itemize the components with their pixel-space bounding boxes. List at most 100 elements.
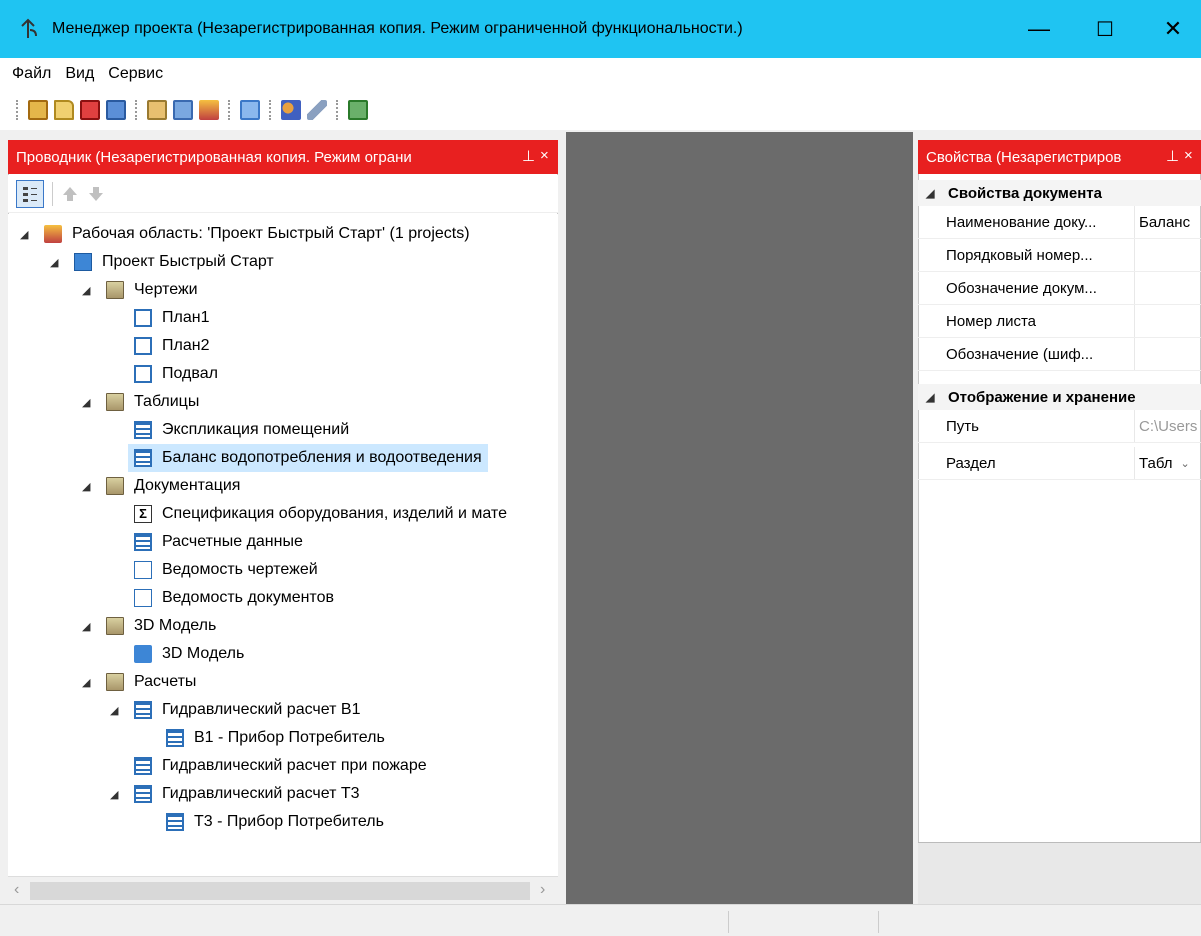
property-value[interactable]: C:\Users xyxy=(1134,410,1201,442)
drawing-icon xyxy=(134,337,152,355)
drawing-icon xyxy=(134,365,152,383)
property-value[interactable] xyxy=(1134,239,1201,271)
table-icon xyxy=(134,785,152,803)
collapse-triangle-icon[interactable]: ◢ xyxy=(926,187,938,200)
tree-item-room-explication[interactable]: Экспликация помещений xyxy=(134,416,349,444)
scroll-left-button[interactable]: ‹ xyxy=(14,881,19,899)
open-icon[interactable] xyxy=(54,100,74,120)
move-down-icon[interactable] xyxy=(87,185,105,203)
properties-title: Свойства (Незарегистриров xyxy=(926,148,1122,166)
expand-triangle-icon[interactable]: ◢ xyxy=(82,620,94,633)
tree-item-workspace[interactable]: ◢ Рабочая область: 'Проект Быстрый Старт… xyxy=(20,220,470,248)
tree-item-plan2[interactable]: План2 xyxy=(134,332,209,360)
settings-wrench-icon[interactable] xyxy=(307,100,327,120)
close-icon[interactable]: × xyxy=(540,147,549,164)
export-icon[interactable] xyxy=(348,100,368,120)
property-value[interactable] xyxy=(1134,272,1201,304)
expand-triangle-icon[interactable]: ◢ xyxy=(110,704,122,717)
category-label: Свойства документа xyxy=(948,184,1102,202)
tree-item-specification[interactable]: Σ Спецификация оборудования, изделий и м… xyxy=(134,500,507,528)
toolbar-grip[interactable] xyxy=(16,100,19,120)
tree-item-balance[interactable]: Баланс водопотребления и водоотведения xyxy=(128,444,488,472)
status-separator xyxy=(728,911,729,933)
tree-item-label: В1 - Прибор Потребитель xyxy=(194,729,385,746)
tree-item-label: Таблицы xyxy=(134,393,200,410)
move-up-icon[interactable] xyxy=(61,185,79,203)
table-icon xyxy=(134,701,152,719)
minimize-button[interactable]: — xyxy=(1011,0,1067,58)
property-name: Путь xyxy=(946,417,979,435)
pin-icon[interactable]: ⊥ xyxy=(522,147,535,165)
property-value[interactable] xyxy=(1134,305,1201,337)
category-display-storage[interactable]: ◢ Отображение и хранение xyxy=(918,384,1201,410)
tree-item-documentation[interactable]: ◢ Документация xyxy=(82,472,240,500)
horizontal-scrollbar[interactable]: ‹ › xyxy=(8,876,558,904)
close-icon[interactable]: × xyxy=(1184,147,1193,164)
tree-item-model-folder[interactable]: ◢ 3D Модель xyxy=(82,612,216,640)
property-row-designation[interactable]: Обозначение докум... xyxy=(918,272,1201,305)
scroll-right-button[interactable]: › xyxy=(540,881,545,899)
tree-view-icon[interactable] xyxy=(16,179,44,208)
close-button[interactable]: ✕ xyxy=(1145,0,1201,58)
table-icon xyxy=(166,729,184,747)
save-icon[interactable] xyxy=(106,100,126,120)
property-value[interactable]: Баланс xyxy=(1134,206,1201,238)
tree-item-document-list[interactable]: Ведомость документов xyxy=(134,584,334,612)
menu-file[interactable]: Файл xyxy=(12,65,51,83)
tree-item-label: План2 xyxy=(162,337,210,354)
layout-icon[interactable] xyxy=(240,100,260,120)
project-icon xyxy=(74,253,92,271)
chevron-down-icon[interactable]: ⌄ xyxy=(1181,457,1190,470)
property-row-sheet[interactable]: Номер листа xyxy=(918,305,1201,338)
tree-item-hydro-fire[interactable]: Гидравлический расчет при пожаре xyxy=(134,752,427,780)
property-row-cipher[interactable]: Обозначение (шиф... xyxy=(918,338,1201,371)
scrollbar-thumb[interactable] xyxy=(30,882,530,900)
folder-icon xyxy=(106,477,124,495)
tree-item-label: Экспликация помещений xyxy=(162,421,350,438)
tree-item-b1-device[interactable]: В1 - Прибор Потребитель xyxy=(166,724,385,752)
property-value[interactable] xyxy=(1134,338,1201,370)
section-dropdown[interactable]: Табл ⌄ xyxy=(1134,447,1201,479)
tree-item-hydro-b1[interactable]: ◢ Гидравлический расчет В1 xyxy=(110,696,360,724)
property-row-section[interactable]: Раздел Табл ⌄ xyxy=(918,447,1201,480)
expand-triangle-icon[interactable]: ◢ xyxy=(110,788,122,801)
property-row-ordinal[interactable]: Порядковый номер... xyxy=(918,239,1201,272)
list-document-icon xyxy=(134,561,152,579)
workspace-icon[interactable] xyxy=(199,100,219,120)
menu-view[interactable]: Вид xyxy=(65,65,94,83)
pin-icon[interactable]: ⊥ xyxy=(1166,147,1179,165)
expand-triangle-icon[interactable]: ◢ xyxy=(82,396,94,409)
app-icon xyxy=(20,18,40,40)
properties-icon[interactable] xyxy=(147,100,167,120)
menu-service[interactable]: Сервис xyxy=(108,65,163,83)
expand-triangle-icon[interactable]: ◢ xyxy=(50,256,62,269)
collapse-triangle-icon[interactable]: ◢ xyxy=(926,391,938,404)
tree-item-calc-data[interactable]: Расчетные данные xyxy=(134,528,303,556)
tree-item-drawings[interactable]: ◢ Чертежи xyxy=(82,276,198,304)
expand-triangle-icon[interactable]: ◢ xyxy=(20,228,32,241)
tree-item-basement[interactable]: Подвал xyxy=(134,360,218,388)
tree-item-label: Документация xyxy=(134,477,241,494)
expand-triangle-icon[interactable]: ◢ xyxy=(82,480,94,493)
property-row-path[interactable]: Путь C:\Users xyxy=(918,410,1201,443)
add-document-icon[interactable] xyxy=(173,100,193,120)
tree-item-t3-device[interactable]: Т3 - Прибор Потребитель xyxy=(166,808,384,836)
maximize-button[interactable]: ☐ xyxy=(1077,0,1133,58)
expand-triangle-icon[interactable]: ◢ xyxy=(82,676,94,689)
tree-item-plan1[interactable]: План1 xyxy=(134,304,209,332)
tree-item-drawing-list[interactable]: Ведомость чертежей xyxy=(134,556,318,584)
category-document-properties[interactable]: ◢ Свойства документа xyxy=(918,180,1201,206)
tree-item-tables[interactable]: ◢ Таблицы xyxy=(82,388,199,416)
close-project-icon[interactable] xyxy=(80,100,100,120)
tree-item-hydro-t3[interactable]: ◢ Гидравлический расчет Т3 xyxy=(110,780,360,808)
tree-item-3d-model[interactable]: 3D Модель xyxy=(134,640,244,668)
tree-item-calculations[interactable]: ◢ Расчеты xyxy=(82,668,196,696)
tree-item-project[interactable]: ◢ Проект Быстрый Старт xyxy=(50,248,274,276)
new-project-icon[interactable] xyxy=(28,100,48,120)
tree-item-label: Гидравлический расчет Т3 xyxy=(162,785,360,802)
expand-triangle-icon[interactable]: ◢ xyxy=(82,284,94,297)
status-bar xyxy=(0,904,1201,936)
project-tree: ◢ Рабочая область: 'Проект Быстрый Старт… xyxy=(8,214,558,876)
property-row-doc-name[interactable]: Наименование доку... Баланс xyxy=(918,206,1201,239)
users-icon[interactable] xyxy=(281,100,301,120)
